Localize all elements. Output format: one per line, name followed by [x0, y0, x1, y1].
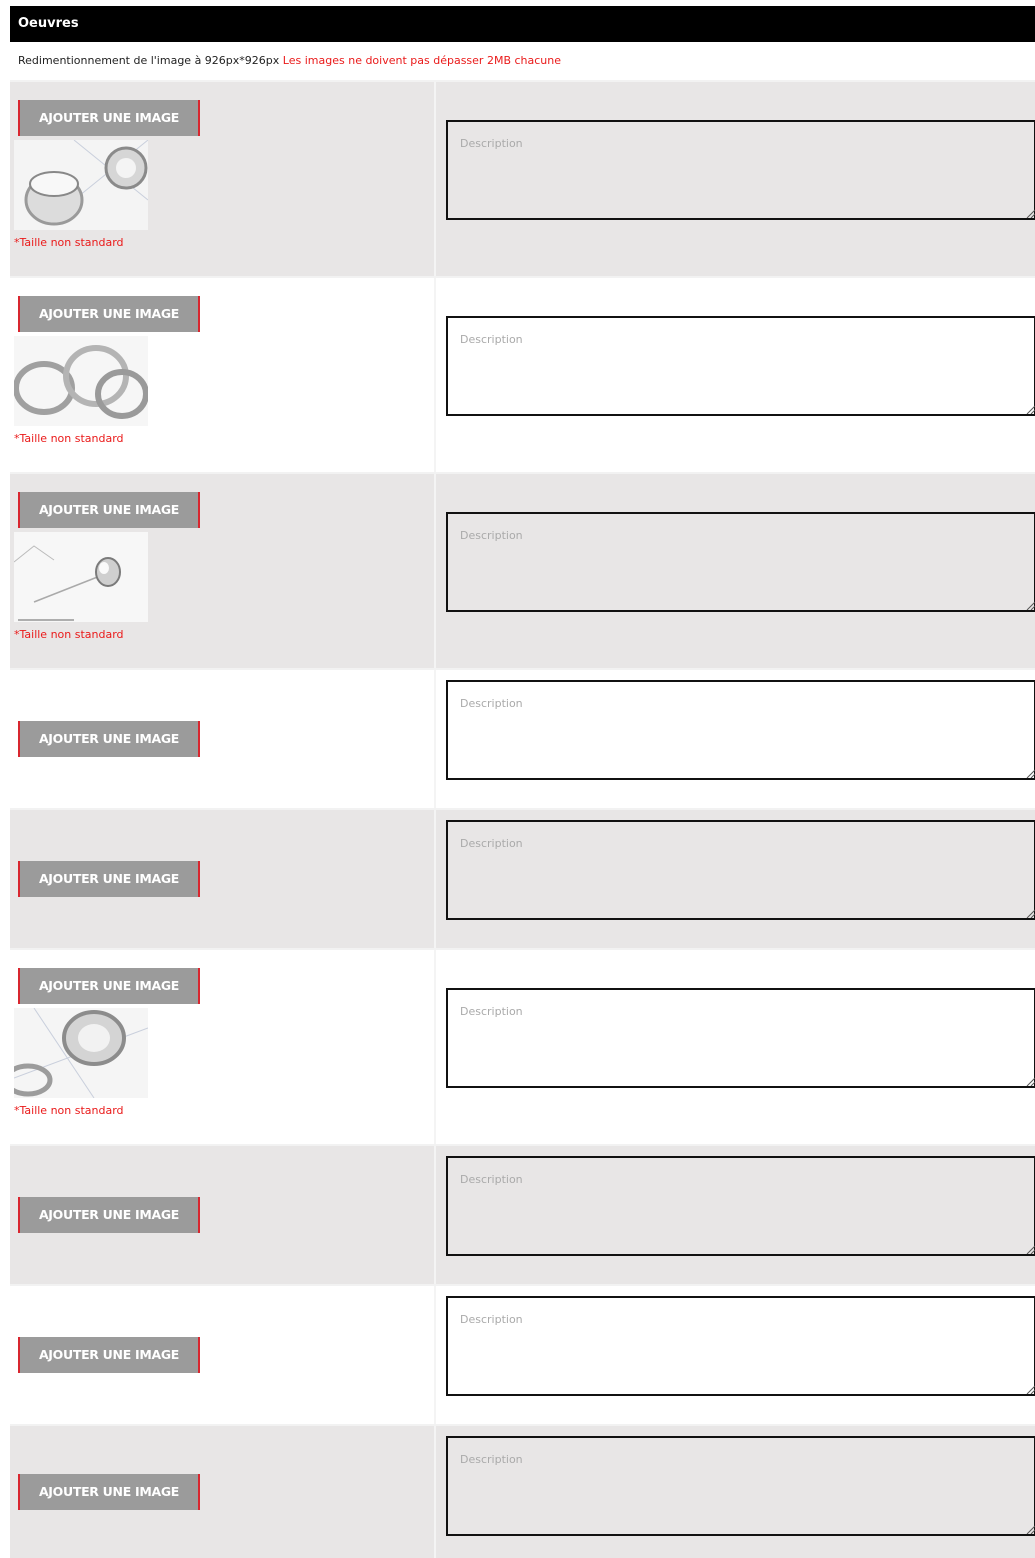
artwork-row: AJOUTER UNE IMAGE [10, 1424, 1035, 1558]
non-standard-size-note: *Taille non standard [14, 1104, 124, 1117]
description-cell [436, 1426, 1035, 1558]
add-image-button[interactable]: AJOUTER UNE IMAGE [18, 1337, 200, 1373]
description-cell [436, 82, 1035, 276]
description-textarea[interactable] [446, 820, 1035, 920]
image-upload-cell: AJOUTER UNE IMAGE *Taille non standard [10, 82, 436, 276]
description-textarea[interactable] [446, 1436, 1035, 1536]
non-standard-size-note: *Taille non standard [14, 432, 124, 445]
artwork-row: AJOUTER UNE IMAGE [10, 1284, 1035, 1424]
image-upload-cell: AJOUTER UNE IMAGE [10, 1286, 436, 1424]
jewelry-ring-thumbnail[interactable] [14, 140, 148, 230]
artwork-row: AJOUTER UNE IMAGE *Taille non standard [10, 276, 1035, 472]
oeuvres-section: Oeuvres Redimentionnement de l'image à 9… [10, 6, 1035, 1558]
artwork-row: AJOUTER UNE IMAGE [10, 808, 1035, 948]
image-upload-cell: AJOUTER UNE IMAGE [10, 1426, 436, 1558]
description-cell [436, 1146, 1035, 1284]
section-title: Oeuvres [10, 6, 1035, 42]
description-textarea[interactable] [446, 316, 1035, 416]
image-upload-cell: AJOUTER UNE IMAGE [10, 670, 436, 808]
resize-info: Redimentionnement de l'image à 926px*926… [10, 42, 1035, 80]
image-upload-cell: AJOUTER UNE IMAGE *Taille non standard [10, 474, 436, 668]
description-cell [436, 1286, 1035, 1424]
description-textarea[interactable] [446, 120, 1035, 220]
image-upload-cell: AJOUTER UNE IMAGE *Taille non standard [10, 278, 436, 472]
description-textarea[interactable] [446, 680, 1035, 780]
artwork-row: AJOUTER UNE IMAGE *Taille non standard [10, 472, 1035, 668]
description-cell [436, 950, 1035, 1144]
description-textarea[interactable] [446, 1156, 1035, 1256]
description-textarea[interactable] [446, 988, 1035, 1088]
description-textarea[interactable] [446, 512, 1035, 612]
description-cell [436, 670, 1035, 808]
description-cell [436, 278, 1035, 472]
description-cell [436, 474, 1035, 668]
image-upload-cell: AJOUTER UNE IMAGE [10, 1146, 436, 1284]
non-standard-size-note: *Taille non standard [14, 628, 124, 641]
add-image-button[interactable]: AJOUTER UNE IMAGE [18, 100, 200, 136]
image-upload-cell: AJOUTER UNE IMAGE [10, 810, 436, 948]
jewelry-rings-thumbnail[interactable] [14, 336, 148, 426]
jewelry-ring-thumbnail[interactable] [14, 1008, 148, 1098]
add-image-button[interactable]: AJOUTER UNE IMAGE [18, 1474, 200, 1510]
add-image-button[interactable]: AJOUTER UNE IMAGE [18, 861, 200, 897]
add-image-button[interactable]: AJOUTER UNE IMAGE [18, 296, 200, 332]
artwork-row: AJOUTER UNE IMAGE [10, 668, 1035, 808]
description-textarea[interactable] [446, 1296, 1035, 1396]
add-image-button[interactable]: AJOUTER UNE IMAGE [18, 492, 200, 528]
add-image-button[interactable]: AJOUTER UNE IMAGE [18, 721, 200, 757]
artwork-row: AJOUTER UNE IMAGE *Taille non standard [10, 80, 1035, 276]
artwork-row: AJOUTER UNE IMAGE *Taille non standard [10, 948, 1035, 1144]
non-standard-size-note: *Taille non standard [14, 236, 124, 249]
add-image-button[interactable]: AJOUTER UNE IMAGE [18, 1197, 200, 1233]
jewelry-pendant-thumbnail[interactable] [14, 532, 148, 622]
image-upload-cell: AJOUTER UNE IMAGE *Taille non standard [10, 950, 436, 1144]
artwork-row: AJOUTER UNE IMAGE [10, 1144, 1035, 1284]
description-cell [436, 810, 1035, 948]
resize-text: Redimentionnement de l'image à 926px*926… [18, 54, 280, 67]
add-image-button[interactable]: AJOUTER UNE IMAGE [18, 968, 200, 1004]
size-warning: Les images ne doivent pas dépasser 2MB c… [282, 54, 562, 67]
